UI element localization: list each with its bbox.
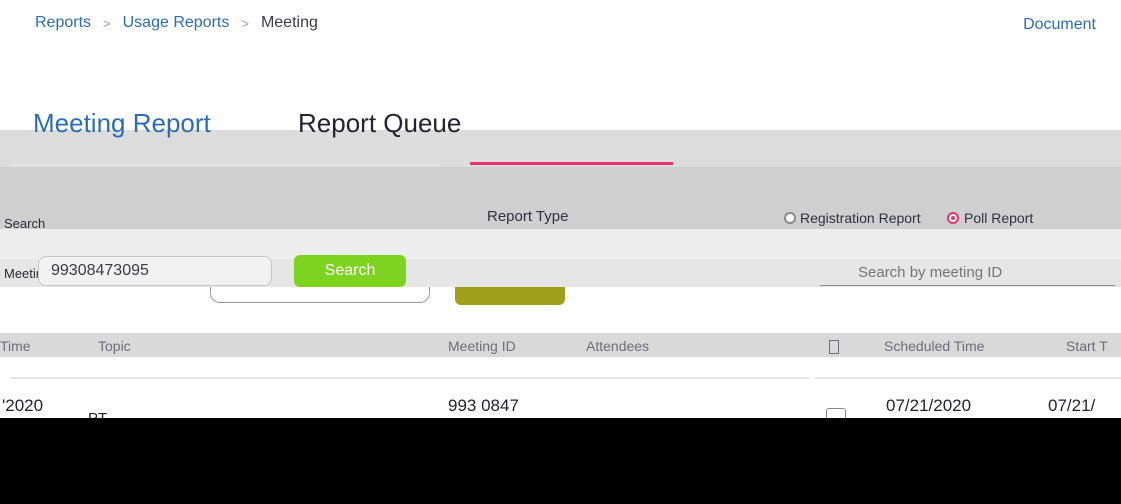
meeting-search-input[interactable] xyxy=(820,260,1115,286)
poll-report-radio[interactable] xyxy=(947,212,959,224)
column-header-time[interactable]: Time xyxy=(0,338,31,354)
glitch-artifact xyxy=(455,287,565,305)
tab-divider xyxy=(10,164,440,166)
row-meeting-id: 993 0847 xyxy=(448,396,519,415)
registration-report-label: Registration Report xyxy=(800,210,921,226)
column-header-topic[interactable]: Topic xyxy=(98,338,131,354)
tab-meeting-report[interactable]: Meeting Report xyxy=(33,108,211,138)
keyword-label: Search xyxy=(4,216,46,231)
row-time: '2020 xyxy=(2,396,44,415)
column-header-attendees[interactable]: Attendees xyxy=(586,338,649,354)
breadcrumb-reports-link[interactable]: Reports xyxy=(35,14,91,32)
tab-report-queue[interactable]: Report Queue xyxy=(298,108,461,138)
column-header-meeting-id[interactable]: Meeting ID xyxy=(448,338,516,354)
row-divider xyxy=(815,377,1121,379)
glitch-band xyxy=(0,229,1121,259)
document-link[interactable]: Document xyxy=(1023,16,1096,34)
row-scheduled-time: 07/21/2020 xyxy=(886,396,972,415)
black-overlay xyxy=(0,418,1121,504)
select-all-checkbox[interactable] xyxy=(829,340,839,354)
breadcrumb-usage-reports-link[interactable]: Usage Reports xyxy=(123,14,230,32)
meeting-id-input[interactable] xyxy=(38,256,272,286)
column-header-scheduled-time[interactable]: Scheduled Time xyxy=(884,338,984,354)
breadcrumb: Reports > Usage Reports > Meeting xyxy=(35,14,318,32)
breadcrumb-separator: > xyxy=(103,15,111,31)
active-tab-indicator xyxy=(470,162,673,165)
column-header-start-time[interactable]: Start T xyxy=(1066,338,1108,354)
poll-report-label: Poll Report xyxy=(964,210,1034,226)
report-type-label: Report Type xyxy=(487,208,569,225)
breadcrumb-current: Meeting xyxy=(260,14,318,31)
glitch-artifact xyxy=(210,287,430,303)
row-start-time: 07/21/ xyxy=(1048,396,1096,415)
search-button[interactable]: Search xyxy=(294,255,406,287)
row-divider xyxy=(10,377,810,379)
breadcrumb-separator: > xyxy=(241,15,249,31)
registration-report-radio[interactable] xyxy=(784,212,796,224)
